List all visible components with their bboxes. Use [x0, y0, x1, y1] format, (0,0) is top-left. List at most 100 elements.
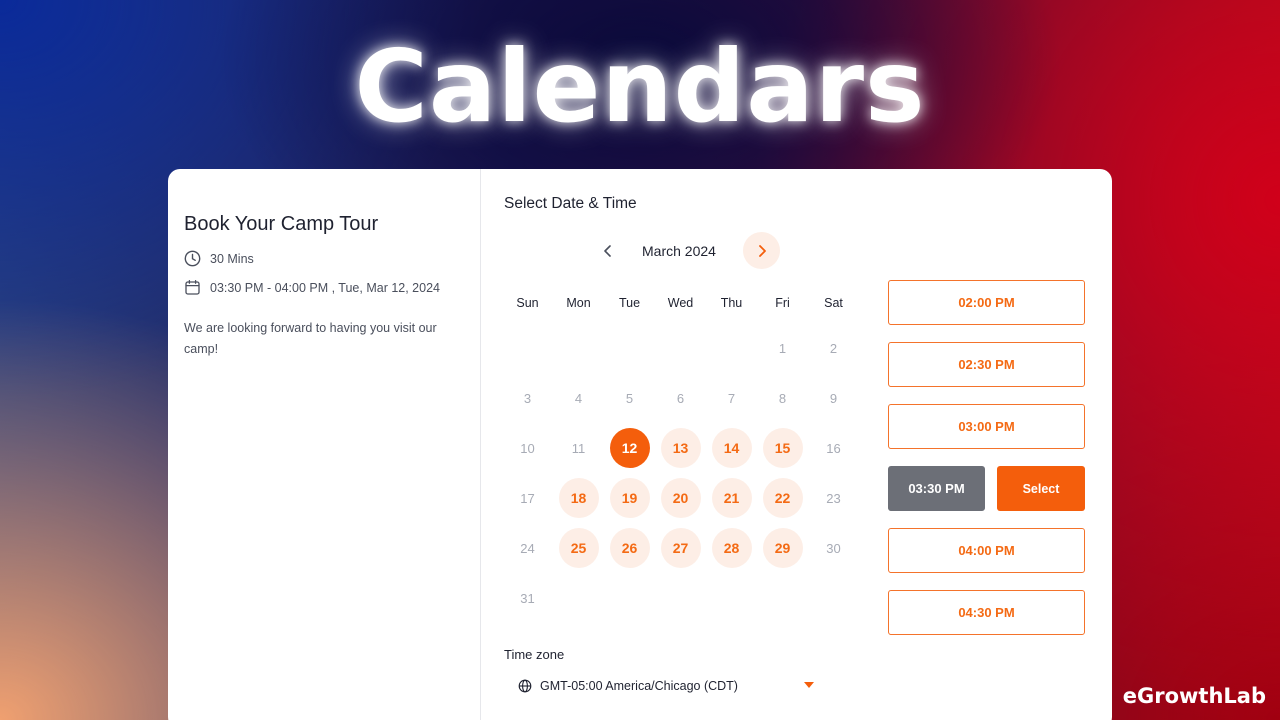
timezone-select[interactable]: GMT-05:00 America/Chicago (CDT) — [504, 669, 814, 703]
event-description: We are looking forward to having you vis… — [184, 321, 437, 356]
time-slot-button[interactable]: 04:30 PM — [888, 590, 1085, 635]
weekday-label: Wed — [667, 296, 694, 310]
day-number: 9 — [829, 390, 838, 406]
day-cell-unavailable: 8 — [757, 373, 808, 423]
section-title: Select Date & Time — [504, 195, 637, 212]
day-cell-available[interactable]: 27 — [655, 523, 706, 573]
day-number: 12 — [609, 428, 650, 468]
day-number: 16 — [826, 440, 841, 456]
day-cell-available[interactable]: 18 — [553, 473, 604, 523]
day-number: 5 — [625, 390, 634, 406]
day-cell-available[interactable]: 28 — [706, 523, 757, 573]
empty-day-cell — [502, 323, 553, 373]
day-number: 13 — [660, 428, 701, 468]
day-cell-available[interactable]: 14 — [706, 423, 757, 473]
day-number: 11 — [571, 440, 586, 456]
day-number: 30 — [826, 540, 841, 556]
event-title: Book Your Camp Tour — [184, 213, 379, 235]
day-number: 22 — [762, 478, 803, 518]
day-number: 7 — [727, 390, 736, 406]
month-label: March 2024 — [642, 243, 716, 259]
day-cell-unavailable: 3 — [502, 373, 553, 423]
next-month-button[interactable] — [743, 232, 780, 269]
weekday-label: Fri — [775, 296, 790, 310]
day-cell-available[interactable]: 21 — [706, 473, 757, 523]
day-number: 26 — [609, 528, 650, 568]
day-number: 25 — [558, 528, 599, 568]
day-cell-available[interactable]: 29 — [757, 523, 808, 573]
weekday-label: Mon — [566, 296, 591, 310]
active-slot-group: 03:30 PM Select — [888, 466, 1085, 511]
day-cell-available[interactable]: 13 — [655, 423, 706, 473]
day-cell-unavailable: 17 — [502, 473, 553, 523]
empty-day-cell — [553, 323, 604, 373]
day-number: 10 — [520, 440, 535, 456]
day-cell-selected[interactable]: 12 — [604, 423, 655, 473]
time-slot-button[interactable]: 03:00 PM — [888, 404, 1085, 449]
day-number: 29 — [762, 528, 803, 568]
day-cell-unavailable: 31 — [502, 573, 553, 623]
empty-day-cell — [706, 323, 757, 373]
calendar-grid: 1 2 3 4 5 6 7 8 9 10 11 12 13 14 15 16 17 18 19 20 21 22 23 24 2… — [502, 323, 859, 623]
calendar-icon — [185, 279, 200, 295]
day-cell-unavailable: 4 — [553, 373, 604, 423]
day-cell-unavailable: 2 — [808, 323, 859, 373]
day-number: 28 — [711, 528, 752, 568]
previous-month-button[interactable] — [598, 241, 618, 261]
empty-day-cell — [604, 323, 655, 373]
timezone-label: Time zone — [504, 647, 565, 662]
day-number: 15 — [762, 428, 803, 468]
empty-day-cell — [655, 323, 706, 373]
caret-down-icon — [804, 682, 814, 688]
weekday-label: Sat — [824, 296, 843, 310]
scheduler-panel: Select Date & Time March 2024 Sun Mon Tue W… — [482, 169, 1112, 720]
month-navigation: March 2024 — [586, 232, 784, 269]
day-number: 20 — [660, 478, 701, 518]
day-cell-available[interactable]: 26 — [604, 523, 655, 573]
hero-title: Calendars — [354, 28, 926, 145]
day-number: 14 — [711, 428, 752, 468]
brand-logo-text: eGrowthLab — [1122, 684, 1266, 708]
day-number: 18 — [558, 478, 599, 518]
chevron-right-icon — [758, 244, 766, 257]
day-cell-available[interactable]: 19 — [604, 473, 655, 523]
day-cell-available[interactable]: 22 — [757, 473, 808, 523]
day-number: 27 — [660, 528, 701, 568]
day-cell-unavailable: 6 — [655, 373, 706, 423]
day-cell-unavailable: 16 — [808, 423, 859, 473]
time-slot-button[interactable]: 04:00 PM — [888, 528, 1085, 573]
time-slot-list: 02:00 PM 02:30 PM 03:00 PM 03:30 PM Select 04… — [888, 280, 1086, 652]
day-number: 1 — [778, 340, 787, 356]
day-cell-unavailable: 1 — [757, 323, 808, 373]
day-cell-unavailable: 10 — [502, 423, 553, 473]
day-number: 21 — [711, 478, 752, 518]
time-slot-button[interactable]: 02:00 PM — [888, 280, 1085, 325]
day-cell-available[interactable]: 25 — [553, 523, 604, 573]
day-cell-available[interactable]: 20 — [655, 473, 706, 523]
weekday-label: Sun — [516, 296, 539, 310]
event-datetime: 03:30 PM - 04:00 PM , Tue, Mar 12, 2024 — [184, 279, 464, 296]
day-cell-available[interactable]: 15 — [757, 423, 808, 473]
event-details-panel: Book Your Camp Tour 30 Mins 03:30 PM - 0… — [168, 169, 481, 720]
day-cell-unavailable: 5 — [604, 373, 655, 423]
day-number: 8 — [778, 390, 787, 406]
day-cell-unavailable: 23 — [808, 473, 859, 523]
booking-card: Book Your Camp Tour 30 Mins 03:30 PM - 0… — [168, 169, 1112, 720]
day-number: 31 — [520, 590, 535, 606]
clock-icon — [184, 250, 201, 267]
day-number: 17 — [520, 490, 535, 506]
weekday-label: Tue — [618, 296, 641, 310]
day-cell-unavailable: 11 — [553, 423, 604, 473]
weekday-label: Thu — [720, 296, 743, 310]
chevron-left-icon — [604, 245, 611, 257]
day-number: 24 — [520, 540, 535, 556]
time-slot-selected[interactable]: 03:30 PM — [888, 466, 985, 511]
day-number: 3 — [523, 390, 532, 406]
day-number: 6 — [676, 390, 685, 406]
day-cell-unavailable: 9 — [808, 373, 859, 423]
globe-icon — [518, 679, 532, 693]
datetime-text: 03:30 PM - 04:00 PM , Tue, Mar 12, 2024 — [210, 280, 440, 295]
select-button[interactable]: Select — [997, 466, 1085, 511]
weekday-header: Sun Mon Tue Wed Thu Fri Sat — [502, 296, 859, 310]
time-slot-button[interactable]: 02:30 PM — [888, 342, 1085, 387]
